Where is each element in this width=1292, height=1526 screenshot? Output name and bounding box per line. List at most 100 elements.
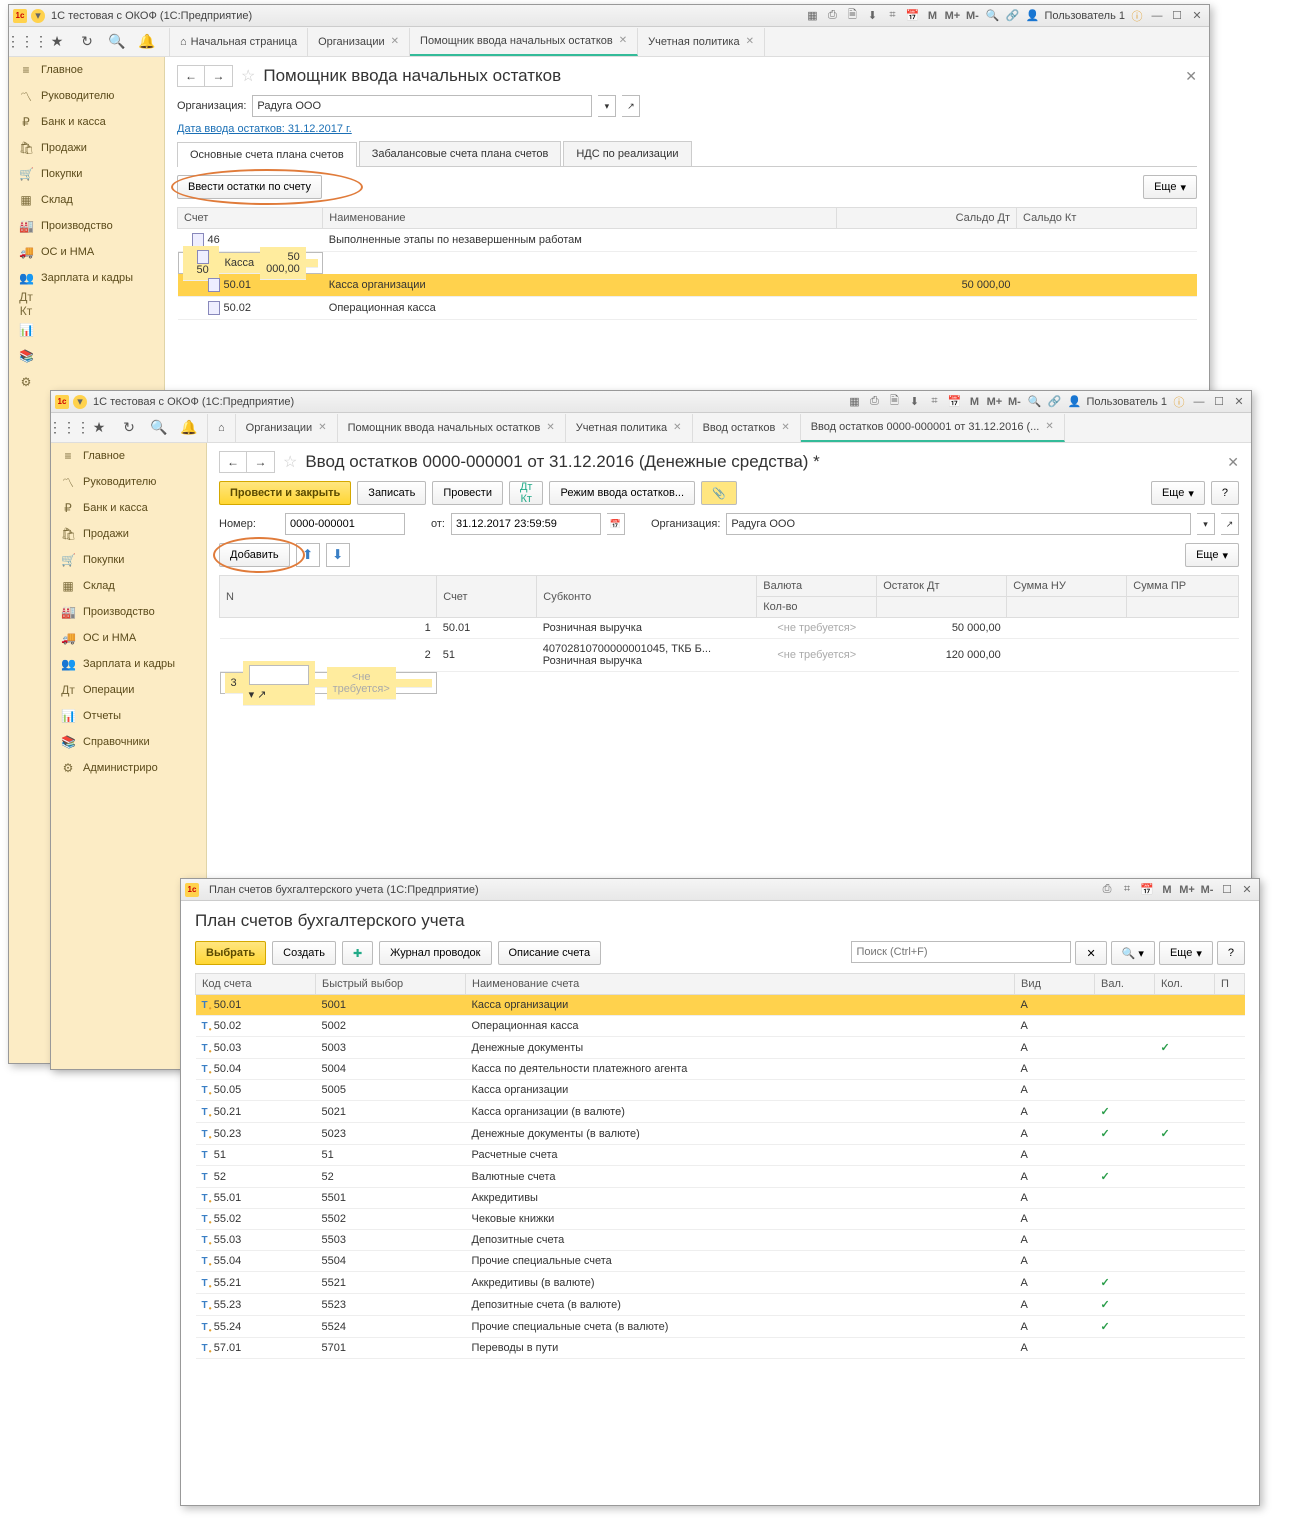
col-vid[interactable]: Вид	[1015, 974, 1095, 995]
tab-home[interactable]: ⌂	[208, 414, 236, 442]
date-link[interactable]: Дата ввода остатков: 31.12.2017 г.	[177, 123, 352, 135]
col-quick[interactable]: Быстрый выбор	[316, 974, 466, 995]
sidebar-item-os[interactable]: 🚚ОС и НМА	[9, 239, 164, 265]
table-row[interactable]: T 55.025502Чековые книжкиА	[196, 1209, 1245, 1230]
subtab-vat[interactable]: НДС по реализации	[563, 141, 691, 166]
search-button[interactable]: 🔍 ▾	[1111, 941, 1155, 965]
user-icon[interactable]: 👤	[1066, 394, 1082, 410]
dropdown-icon[interactable]: ▾	[73, 395, 87, 409]
col-account[interactable]: Счет	[178, 208, 323, 229]
close-tab-icon[interactable]: ✕	[318, 422, 326, 433]
user-icon[interactable]: 👤	[1024, 8, 1040, 24]
col-subconto[interactable]: Субконто	[537, 576, 757, 618]
close-tab-icon[interactable]: ✕	[781, 422, 789, 433]
tab-org[interactable]: Организации✕	[236, 414, 338, 442]
sidebar-item-production[interactable]: 🏭Производство	[9, 213, 164, 239]
info-icon[interactable]: ⓘ	[1171, 394, 1187, 410]
apps-icon[interactable]: ⋮⋮⋮	[15, 30, 39, 54]
table-row[interactable]: T 50.235023Денежные документы (в валюте)…	[196, 1123, 1245, 1145]
more-button[interactable]: Еще ▾	[1143, 175, 1197, 199]
link-icon[interactable]: 🔗	[1004, 8, 1020, 24]
mem-mplus-icon[interactable]: М+	[1179, 882, 1195, 898]
sidebar-item[interactable]: ⚙Администриро	[51, 755, 206, 781]
table-row[interactable]: T 50.055005Касса организацииА	[196, 1080, 1245, 1101]
col-n[interactable]: N	[220, 576, 437, 618]
calc-icon[interactable]: ⌗	[1119, 882, 1135, 898]
forward-button[interactable]: →	[247, 451, 275, 473]
table-row[interactable]: 50Касса50 000,00	[178, 252, 323, 274]
sidebar-item[interactable]: 🛒Покупки	[51, 547, 206, 573]
mem-m-icon[interactable]: M	[924, 8, 940, 24]
mem-mplus-icon[interactable]: М+	[986, 394, 1002, 410]
col-kol[interactable]: Кол.	[1155, 974, 1215, 995]
group-button[interactable]: ✚	[342, 941, 373, 965]
sidebar-item-refs[interactable]: 📚	[9, 343, 164, 369]
table-row[interactable]: T 55.015501АккредитивыА	[196, 1188, 1245, 1209]
tab-assistant[interactable]: Помощник ввода начальных остатков✕	[410, 28, 638, 56]
col-nu[interactable]: Сумма НУ	[1007, 576, 1127, 597]
star-icon[interactable]: ★	[87, 416, 111, 440]
sidebar-item[interactable]: 📚Справочники	[51, 729, 206, 755]
sidebar-item[interactable]: ▦Склад	[51, 573, 206, 599]
sidebar-item[interactable]: 🚚ОС и НМА	[51, 625, 206, 651]
close-tab-icon[interactable]: ✕	[391, 36, 399, 47]
tab-home[interactable]: ⌂Начальная страница	[170, 28, 308, 56]
mem-mplus-icon[interactable]: М+	[944, 8, 960, 24]
table-row[interactable]: T 55.235523Депозитные счета (в валюте)А✓	[196, 1294, 1245, 1316]
info-icon[interactable]: ⓘ	[1129, 8, 1145, 24]
dropdown-icon[interactable]: ▾	[1197, 513, 1215, 535]
close-tab-icon[interactable]: ✕	[619, 35, 627, 46]
save-icon[interactable]: ⬇	[906, 394, 922, 410]
back-button[interactable]: ←	[177, 65, 205, 87]
col-qty[interactable]: Кол-во	[757, 597, 877, 618]
maximize-icon[interactable]: ☐	[1211, 394, 1227, 410]
history-icon[interactable]: ↻	[75, 30, 99, 54]
forward-button[interactable]: →	[205, 65, 233, 87]
more-button[interactable]: Еще ▾	[1151, 481, 1205, 505]
bell-icon[interactable]: 🔔	[135, 30, 159, 54]
close-page-icon[interactable]: ✕	[1227, 454, 1239, 471]
table-row[interactable]: T 55.245524Прочие специальные счета (в в…	[196, 1316, 1245, 1338]
print-icon[interactable]: ⎙	[866, 394, 882, 410]
sidebar-item-ops[interactable]: ДтКт	[9, 291, 164, 317]
add-button[interactable]: Добавить	[219, 543, 290, 567]
mem-mminus-icon[interactable]: М-	[1199, 882, 1215, 898]
tab-org[interactable]: Организации✕	[308, 28, 410, 56]
tab-assistant[interactable]: Помощник ввода начальных остатков✕	[338, 414, 566, 442]
close-icon[interactable]: ✕	[1239, 882, 1255, 898]
tab-policy[interactable]: Учетная политика✕	[638, 28, 765, 56]
post-button[interactable]: Провести	[432, 481, 503, 505]
table-row[interactable]: T 50.025002Операционная кассаА	[196, 1016, 1245, 1037]
star-icon[interactable]: ★	[45, 30, 69, 54]
sidebar-item[interactable]: 🏭Производство	[51, 599, 206, 625]
col-kt[interactable]: Сальдо Кт	[1017, 208, 1197, 229]
sidebar-item-main[interactable]: ≡Главное	[9, 57, 164, 83]
col-name[interactable]: Наименование счета	[466, 974, 1015, 995]
history-icon[interactable]: ↻	[117, 416, 141, 440]
help-button[interactable]: ?	[1217, 941, 1245, 965]
col-code[interactable]: Код счета	[196, 974, 316, 995]
mem-m-icon[interactable]: M	[966, 394, 982, 410]
grid-icon[interactable]: ▦	[846, 394, 862, 410]
move-up-button[interactable]: ⬆	[296, 543, 320, 567]
create-button[interactable]: Создать	[272, 941, 336, 965]
date-input[interactable]	[451, 513, 601, 535]
close-tab-icon[interactable]: ✕	[546, 422, 554, 433]
doc-icon[interactable]: 🗎	[886, 394, 902, 410]
bell-icon[interactable]: 🔔	[177, 416, 201, 440]
sidebar-item-purchases[interactable]: 🛒Покупки	[9, 161, 164, 187]
maximize-icon[interactable]: ☐	[1169, 8, 1185, 24]
sidebar-item[interactable]: ≡Главное	[51, 443, 206, 469]
close-tab-icon[interactable]: ✕	[673, 422, 681, 433]
close-icon[interactable]: ✕	[1189, 8, 1205, 24]
dropdown-icon[interactable]: ▾	[598, 95, 616, 117]
write-button[interactable]: Записать	[357, 481, 426, 505]
calendar-icon[interactable]: 📅	[1139, 882, 1155, 898]
sidebar-item-manager[interactable]: 〽Руководителю	[9, 83, 164, 109]
number-input[interactable]	[285, 513, 405, 535]
back-button[interactable]: ←	[219, 451, 247, 473]
table-row[interactable]: T 50.045004Касса по деятельности платежн…	[196, 1059, 1245, 1080]
mem-mminus-icon[interactable]: М-	[1006, 394, 1022, 410]
print-icon[interactable]: ⎙	[824, 8, 840, 24]
table-row[interactable]: T 57.015701Переводы в путиА	[196, 1338, 1245, 1359]
